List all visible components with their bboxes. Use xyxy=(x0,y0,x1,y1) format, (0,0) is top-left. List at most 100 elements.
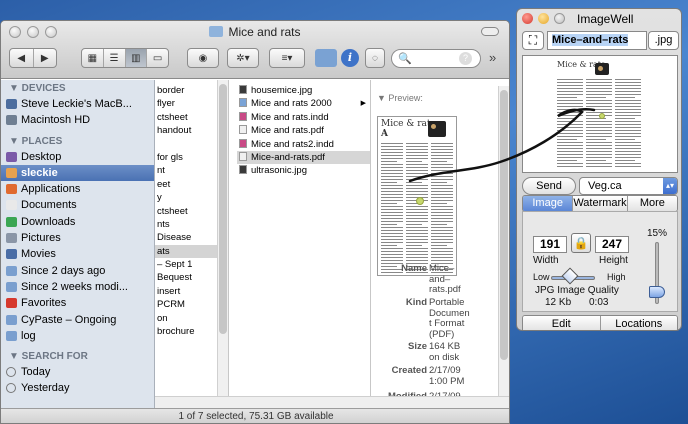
sidebar-item[interactable]: Desktop xyxy=(1,149,154,165)
list-item-label: Mice-and-rats.pdf xyxy=(251,151,325,163)
text-line xyxy=(586,91,612,92)
sidebar-item[interactable]: Movies xyxy=(1,246,154,262)
close-button[interactable] xyxy=(522,13,533,24)
sidebar-section-devices[interactable]: ▼ DEVICES xyxy=(1,80,154,96)
text-line xyxy=(586,151,612,152)
action-button[interactable]: ✲▾ xyxy=(227,48,259,68)
mouse-photo xyxy=(428,121,446,137)
sidebar-item[interactable]: Favorites xyxy=(1,295,154,311)
finder-window: Mice and rats ◀ ▶ ▦ ☰ ▥ ▭ ◉ ✲▾ ≡▾ i ◌ 🔍 … xyxy=(0,20,510,424)
list-item[interactable]: housemice.jpg xyxy=(237,84,370,97)
text-line xyxy=(431,185,453,186)
send-button[interactable]: Send xyxy=(522,177,576,195)
text-line xyxy=(381,188,403,189)
preview-scrollbar[interactable] xyxy=(498,86,509,402)
width-field[interactable]: 191 xyxy=(533,236,567,253)
sidebar-item[interactable]: Documents xyxy=(1,197,154,213)
sidebar-item[interactable]: Downloads xyxy=(1,214,154,230)
info-icon[interactable]: i xyxy=(341,49,359,67)
text-line xyxy=(431,173,453,174)
sidebar-item-icon xyxy=(6,265,17,276)
text-line xyxy=(557,100,583,101)
text-line xyxy=(615,130,641,131)
text-line xyxy=(615,160,635,161)
back-button[interactable]: ◀ xyxy=(10,49,34,67)
icon-view-icon[interactable]: ▦ xyxy=(82,49,104,67)
height-field[interactable]: 247 xyxy=(595,236,629,253)
extension-field[interactable]: .jpg xyxy=(648,31,679,50)
sidebar-item[interactable]: Since 2 days ago xyxy=(1,263,154,279)
lock-icon[interactable]: 🔒 xyxy=(571,233,591,253)
text-line xyxy=(381,215,403,216)
list-item[interactable]: Mice-and-rats.pdf xyxy=(237,150,370,165)
text-line xyxy=(431,251,453,252)
sidebar-section-search[interactable]: ▼ SEARCH FOR xyxy=(1,348,154,364)
scale-slider-knob[interactable] xyxy=(649,286,665,298)
filename-field[interactable]: Mice–and–rats xyxy=(547,31,647,50)
tab-more[interactable]: More xyxy=(627,196,677,211)
sidebar-item[interactable]: Pictures xyxy=(1,230,154,246)
column-2-list: housemice.jpg Mice and rats 2000 ▶ Mice and… xyxy=(229,80,370,178)
coverflow-view-icon[interactable]: ▭ xyxy=(147,49,168,67)
list-item[interactable]: Mice and rats2.indd xyxy=(237,138,370,151)
destination-popup[interactable]: Veg.ca ▴▾ xyxy=(579,177,678,195)
text-line xyxy=(431,218,453,219)
tab-image[interactable]: Image xyxy=(523,196,574,211)
preview-label[interactable]: ▼ Preview: xyxy=(377,93,423,103)
sidebar-item[interactable]: Today xyxy=(1,364,154,380)
zoom-button[interactable] xyxy=(554,13,565,24)
minimize-button[interactable] xyxy=(538,13,549,24)
sidebar-item[interactable]: sleckie xyxy=(1,164,154,182)
arrange-button[interactable]: ≡▾ xyxy=(269,48,305,68)
forward-button[interactable]: ▶ xyxy=(34,49,57,67)
image-well-icon[interactable]: ⛶ xyxy=(522,31,544,50)
text-line xyxy=(381,242,403,243)
text-line xyxy=(615,79,641,80)
quality-slider-knob[interactable] xyxy=(561,267,579,285)
preview-horizontal-scrollbar[interactable] xyxy=(371,396,509,408)
preview-scroll-thumb[interactable] xyxy=(500,90,508,360)
sidebar-item[interactable]: Steve Leckie's MacB... xyxy=(1,96,154,112)
quick-look-button[interactable]: ◉ xyxy=(187,48,219,68)
text-line xyxy=(431,239,453,240)
sidebar-item[interactable]: Applications xyxy=(1,181,154,197)
sidebar-item[interactable]: log xyxy=(1,328,154,344)
list-item[interactable]: ultrasonic.jpg xyxy=(237,164,370,177)
text-line xyxy=(406,233,428,234)
list-item[interactable]: Mice and rats.pdf xyxy=(237,124,370,137)
file-icon xyxy=(239,151,247,161)
text-line xyxy=(431,170,453,171)
list-item[interactable]: Mice and rats 2000 ▶ xyxy=(237,97,370,110)
tab-watermark[interactable]: Watermark xyxy=(573,196,628,211)
toolbar-toggle-button[interactable] xyxy=(481,27,499,36)
scroll-thumb[interactable] xyxy=(219,84,227,334)
list-item-label: Disease xyxy=(157,232,192,244)
text-line xyxy=(381,212,403,213)
text-line xyxy=(381,221,403,222)
toolbar-overflow-icon[interactable]: » xyxy=(489,50,496,65)
locations-button[interactable]: Locations xyxy=(600,316,677,330)
edit-button[interactable]: Edit xyxy=(523,316,601,330)
sidebar-item[interactable]: Since 2 weeks modi... xyxy=(1,279,154,295)
text-line xyxy=(406,251,428,252)
text-line xyxy=(615,88,641,89)
text-line xyxy=(586,145,612,146)
file-info-key: Kind xyxy=(405,297,427,308)
list-item[interactable]: Mice and rats.indd xyxy=(237,111,370,124)
sidebar-item[interactable]: Macintosh HD xyxy=(1,112,154,128)
new-folder-icon[interactable] xyxy=(315,49,337,67)
sidebar-item[interactable]: Yesterday xyxy=(1,380,154,396)
text-line xyxy=(381,191,403,192)
horizontal-scrollbar[interactable] xyxy=(155,396,371,408)
sidebar-section-places[interactable]: ▼ PLACES xyxy=(1,133,154,149)
column-view-icon[interactable]: ▥ xyxy=(125,49,148,67)
search-field[interactable]: 🔍 ? xyxy=(391,49,481,68)
status-bar: 1 of 7 selected, 75.31 GB available xyxy=(1,408,509,423)
image-preview[interactable]: Mice & rats xyxy=(522,55,678,173)
column-1-scrollbar[interactable] xyxy=(217,80,228,408)
sidebar-item[interactable]: CyPaste – Ongoing xyxy=(1,312,154,328)
path-button[interactable]: ◌ xyxy=(365,48,385,68)
help-icon[interactable]: ? xyxy=(459,52,472,65)
list-view-icon[interactable]: ☰ xyxy=(104,49,126,67)
text-line xyxy=(615,100,641,101)
